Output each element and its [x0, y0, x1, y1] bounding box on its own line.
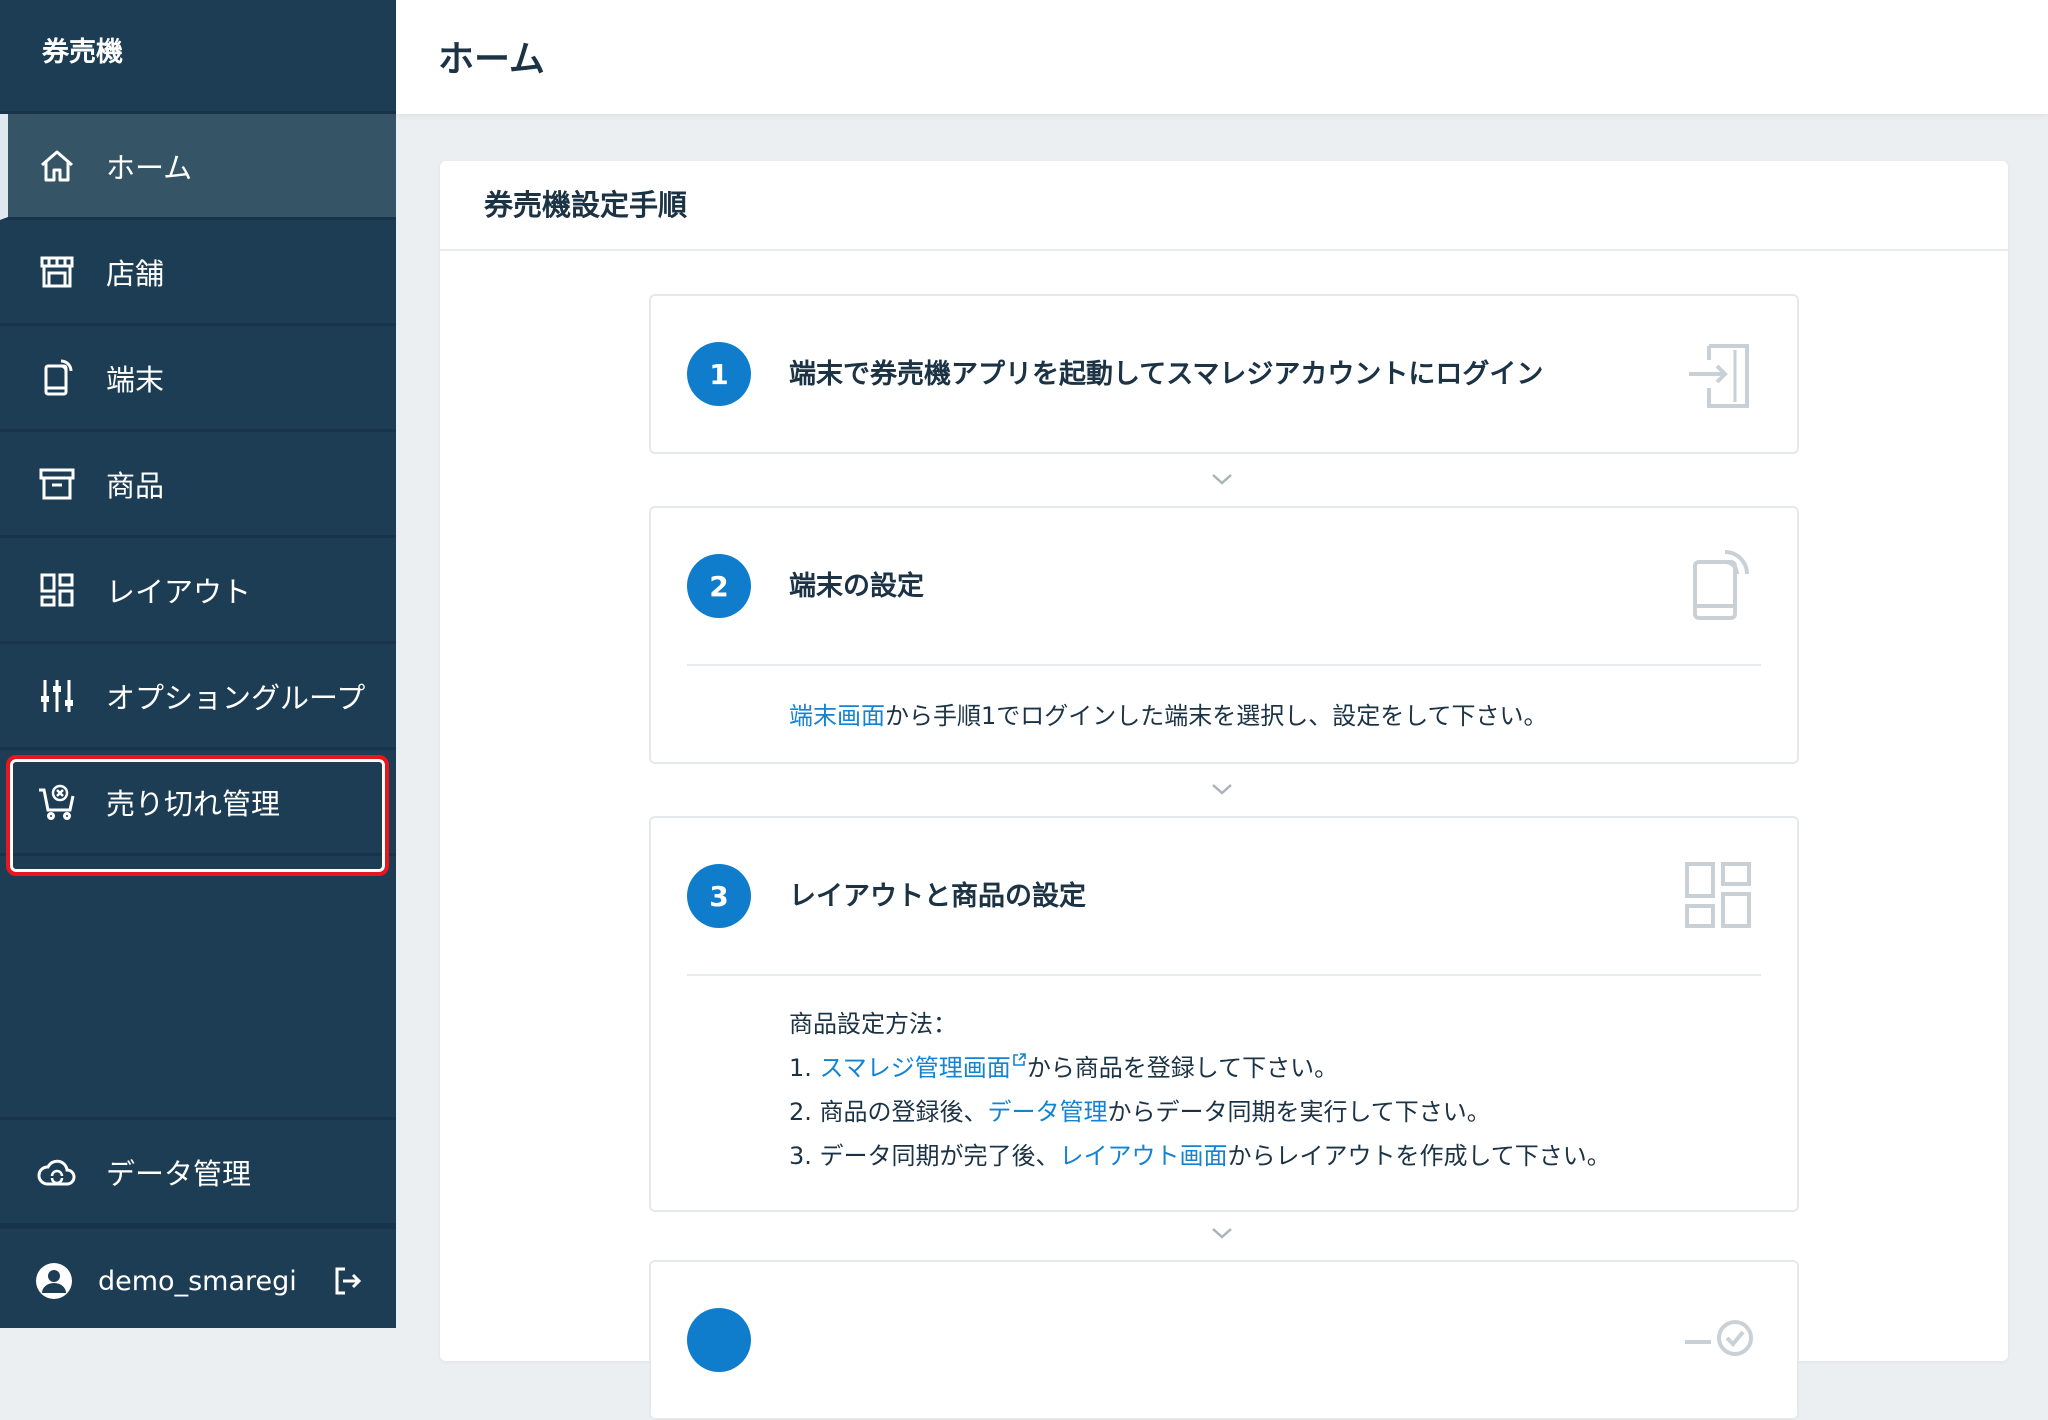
login-icon: [1689, 344, 1749, 408]
sidebar-item-home[interactable]: ホーム: [0, 114, 396, 220]
step-text: から商品を登録して下さい。: [1026, 1054, 1339, 1082]
step-title: 端末で券売機アプリを起動してスマレジアカウントにログイン: [789, 359, 1544, 390]
box-icon: [36, 463, 78, 505]
chevron-down-icon: [1212, 784, 1232, 795]
step-2: 2 端末の設定 端末画面から手順1でログインした端末を選択し、設定をして下さい。: [649, 506, 1799, 764]
avatar-icon: [36, 1263, 72, 1299]
step-line: 3. データ同期が完了後、レイアウト画面からレイアウトを作成して下さい。: [789, 1134, 1797, 1178]
sidebar-item-label: データ管理: [106, 1156, 252, 1191]
card-title: 券売機設定手順: [440, 161, 2008, 251]
sidebar-item-label: オプショングループ: [106, 680, 366, 715]
step-body: 商品設定方法： 1. スマレジ管理画面 から商品を登録して下さい。 2. 商品の登…: [651, 976, 1797, 1178]
sidebar-item-products[interactable]: 商品: [0, 432, 396, 538]
step-text: 1.: [789, 1054, 820, 1082]
step-text: からレイアウトを作成して下さい。: [1227, 1142, 1611, 1170]
sidebar-item-option-group[interactable]: オプショングループ: [0, 644, 396, 750]
step-body: 端末画面から手順1でログインした端末を選択し、設定をして下さい。: [651, 666, 1797, 738]
step-line: 2. 商品の登録後、データ管理からデータ同期を実行して下さい。: [789, 1090, 1797, 1134]
user-row: demo_smaregi: [0, 1226, 396, 1333]
layout-icon: [1685, 862, 1751, 928]
step-number-badge: 2: [687, 554, 751, 618]
tablet-icon: [36, 357, 78, 399]
step-text: 2. 商品の登録後、: [789, 1098, 988, 1126]
step-4: [649, 1260, 1799, 1420]
sidebar-item-label: レイアウト: [106, 574, 252, 609]
page-title: ホーム: [438, 39, 545, 80]
sidebar-item-layout[interactable]: レイアウト: [0, 538, 396, 644]
chevron-down-icon: [1212, 1228, 1232, 1239]
sidebar: 券売機 ホーム 店舗 端末 商品 レイアウト オプショングループ 売り切れ管理 …: [0, 0, 396, 1328]
sidebar-bottom: データ管理 demo_smaregi: [0, 1117, 396, 1333]
sidebar-item-store[interactable]: 店舗: [0, 220, 396, 326]
terminal-screen-link[interactable]: 端末画面: [789, 702, 885, 730]
sidebar-item-label: ホーム: [106, 150, 193, 185]
layout-icon: [36, 569, 78, 611]
sidebar-item-label: 店舗: [106, 256, 165, 291]
app-title: 券売機: [0, 0, 396, 114]
setup-card: 券売機設定手順 1 端末で券売機アプリを起動してスマレジアカウントにログイン 2…: [440, 161, 2008, 1420]
step-number-badge: 1: [687, 342, 751, 406]
sidebar-item-data-management[interactable]: データ管理: [0, 1120, 396, 1226]
step-text: から手順1でログインした端末を選択し、設定をして下さい。: [885, 702, 1548, 730]
header: ホーム: [396, 0, 2048, 114]
smaregi-admin-link[interactable]: スマレジ管理画面: [820, 1054, 1011, 1082]
home-icon: [36, 145, 78, 187]
step-head: 2 端末の設定: [651, 508, 1797, 664]
sync-check-icon: [1685, 1320, 1753, 1356]
step-head: 3 レイアウトと商品の設定: [651, 818, 1797, 974]
step-number-badge: 3: [687, 864, 751, 928]
external-link-icon: [1013, 1053, 1026, 1066]
layout-screen-link[interactable]: レイアウト画面: [1060, 1142, 1228, 1170]
username: demo_smaregi: [98, 1265, 297, 1297]
highlight-box: [6, 755, 389, 876]
cloud-sync-icon: [36, 1151, 78, 1193]
tablet-icon: [1693, 550, 1749, 620]
sidebar-item-label: 端末: [106, 362, 165, 397]
step-text: 3. データ同期が完了後、: [789, 1142, 1060, 1170]
sliders-icon: [36, 675, 78, 717]
step-number-badge: [687, 1308, 751, 1372]
data-management-link[interactable]: データ管理: [988, 1098, 1108, 1126]
step-text: からデータ同期を実行して下さい。: [1107, 1098, 1491, 1126]
step-3: 3 レイアウトと商品の設定 商品設定方法： 1. スマレジ管理画面 から商品を登録…: [649, 816, 1799, 1212]
step-head: 1 端末で券売機アプリを起動してスマレジアカウントにログイン: [651, 296, 1797, 452]
step-1: 1 端末で券売機アプリを起動してスマレジアカウントにログイン: [649, 294, 1799, 454]
chevron-down-icon: [1212, 474, 1232, 485]
logout-icon[interactable]: [331, 1264, 365, 1298]
store-icon: [36, 251, 78, 293]
sidebar-item-label: 商品: [106, 468, 165, 503]
step-title: 端末の設定: [789, 571, 924, 602]
step-title: レイアウトと商品の設定: [789, 881, 1086, 912]
step-line: 1. スマレジ管理画面 から商品を登録して下さい。: [789, 1046, 1797, 1090]
sidebar-item-terminal[interactable]: 端末: [0, 326, 396, 432]
step-head: [651, 1262, 1797, 1418]
step-text: 商品設定方法：: [789, 1010, 957, 1038]
